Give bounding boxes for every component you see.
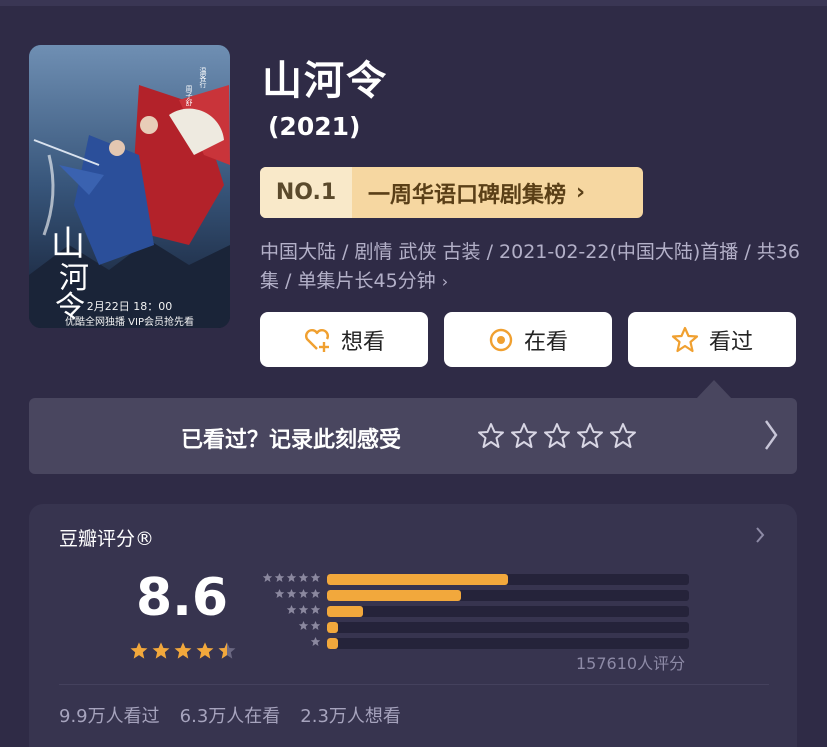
watching-label: 在看: [523, 329, 568, 355]
score-stars: [129, 641, 237, 660]
rating-count: 157610人评分: [576, 654, 686, 673]
distribution-track: [327, 621, 689, 633]
star-filled-icon: [310, 604, 321, 615]
distribution-track: [327, 637, 689, 649]
record-prompt: 已看过？记录此刻感受: [181, 428, 402, 453]
record-panel[interactable]: 已看过？记录此刻感受: [29, 398, 797, 474]
movie-detail-page: 山 河 令 温客行 周子舒 2月22日 18：00 优酷全网独播 VIP会员抢先…: [0, 0, 827, 747]
chevron-right-icon: ›: [441, 272, 449, 291]
want-to-watch-button[interactable]: 想看: [260, 312, 428, 367]
watching-button[interactable]: 在看: [444, 312, 612, 367]
star-outline-icon[interactable]: [576, 422, 604, 449]
poster-date: 2月22日 18：00: [86, 300, 173, 313]
rank-badge[interactable]: NO.1 一周华语口碑剧集榜 ›: [260, 167, 643, 218]
circle-dot-icon: [489, 328, 513, 351]
star-filled-icon: [286, 604, 297, 615]
watched-label: 看过: [708, 329, 753, 355]
distribution-fill: [327, 589, 461, 601]
heart-plus-icon: [304, 328, 329, 352]
star-outline-icon[interactable]: [543, 422, 571, 449]
star-filled-icon: [310, 588, 321, 599]
divider: [59, 684, 769, 685]
poster-credit-right: 温客行: [199, 66, 207, 89]
star-half-icon: [218, 642, 236, 659]
chevron-right-icon: ›: [576, 180, 586, 205]
distribution-track: [327, 573, 689, 585]
star-filled-icon: [310, 636, 321, 647]
star-filled-icon: [274, 572, 285, 583]
show-year: (2021): [268, 112, 361, 141]
distribution-row: [257, 620, 689, 634]
star-filled-icon: [274, 588, 285, 599]
distribution-stars: [257, 636, 327, 650]
distribution-row: [257, 572, 689, 586]
distribution-row: [257, 604, 689, 618]
stats-row: 9.9万人看过 6.3万人在看 2.3万人想看: [59, 702, 401, 728]
record-panel-notch: [696, 380, 732, 399]
distribution-stars: [257, 588, 327, 602]
distribution-fill: [327, 605, 363, 617]
chevron-right-icon[interactable]: [764, 418, 778, 452]
rank-label: 一周华语口碑剧集榜: [368, 182, 567, 208]
rank-label-wrap: 一周华语口碑剧集榜 ›: [352, 167, 643, 218]
star-filled-icon: [310, 572, 321, 583]
star-filled-icon: [286, 572, 297, 583]
rank-number: NO.1: [260, 167, 352, 218]
top-strip: [0, 0, 827, 6]
star-filled-icon: [298, 588, 309, 599]
watched-count[interactable]: 9.9万人看过: [59, 702, 160, 728]
poster-credit-left: 周子舒: [185, 85, 193, 106]
star-outline-icon[interactable]: [510, 422, 538, 449]
star-filled-icon: [310, 620, 321, 631]
star-filled-icon: [298, 572, 309, 583]
star-filled-icon: [174, 642, 192, 659]
record-star-rating[interactable]: [477, 422, 637, 449]
show-meta[interactable]: 中国大陆 / 剧情 武侠 古装 / 2021-02-22(中国大陆)首播 / 共…: [260, 238, 805, 296]
poster-art: 山 河 令 温客行 周子舒: [29, 45, 230, 328]
distribution-stars: [257, 572, 327, 586]
rating-score: 8.6: [136, 568, 229, 628]
poster-tagline: 优酷全网独播 VIP会员抢先看: [65, 317, 194, 328]
rating-card: 豆瓣评分® 8.6 157610人评分 9.9万人看过 6.3万人在看 2.3万…: [29, 504, 797, 747]
chevron-right-icon[interactable]: [755, 526, 765, 544]
star-outline-icon[interactable]: [609, 422, 637, 449]
distribution-track: [327, 589, 689, 601]
star-filled-icon: [286, 588, 297, 599]
show-meta-text: 中国大陆 / 剧情 武侠 古装 / 2021-02-22(中国大陆)首播 / 共…: [260, 241, 800, 292]
distribution-fill: [327, 573, 508, 585]
want-count[interactable]: 2.3万人想看: [300, 702, 401, 728]
poster[interactable]: 山 河 令 温客行 周子舒 2月22日 18：00 优酷全网独播 VIP会员抢先…: [29, 45, 230, 328]
show-title: 山河令: [262, 58, 388, 104]
distribution-stars: [257, 620, 327, 634]
star-filled-icon: [152, 642, 170, 659]
star-filled-icon: [298, 620, 309, 631]
poster-title-art: 山: [51, 224, 85, 264]
distribution-fill: [327, 637, 338, 649]
star-outline-icon[interactable]: [477, 422, 505, 449]
distribution-fill: [327, 621, 338, 633]
star-filled-icon: [130, 642, 148, 659]
star-filled-icon: [298, 604, 309, 615]
distribution-track: [327, 605, 689, 617]
distribution-stars: [257, 604, 327, 618]
star-filled-icon: [262, 572, 273, 583]
distribution-row: [257, 588, 689, 602]
watching-count[interactable]: 6.3万人在看: [180, 702, 281, 728]
distribution-row: [257, 636, 689, 650]
star-outline-icon: [671, 326, 699, 353]
want-to-watch-label: 想看: [340, 329, 385, 355]
rating-title: 豆瓣评分®: [59, 528, 155, 550]
watched-button[interactable]: 看过: [628, 312, 796, 367]
star-filled-icon: [196, 642, 214, 659]
